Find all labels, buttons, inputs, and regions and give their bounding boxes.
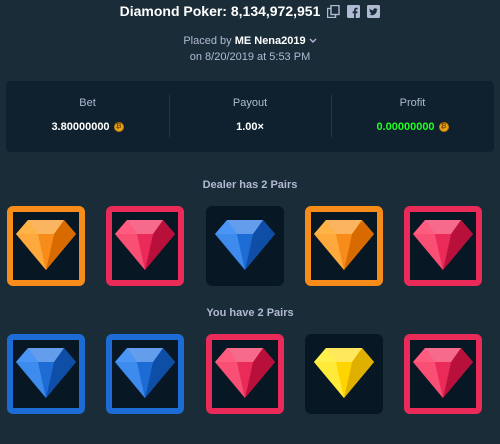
blue-gem-icon xyxy=(115,344,175,405)
profit-stat: Profit 0.00000000 ₿ xyxy=(331,81,494,152)
bet-date: on 8/20/2019 at 5:53 PM xyxy=(189,51,311,63)
red-gem-icon xyxy=(413,216,473,277)
red-gem-icon xyxy=(215,344,275,405)
stats-panel: Bet 3.80000000 ₿ Payout 1.00× Profit 0.0… xyxy=(6,81,494,152)
bet-value: 3.80000000 xyxy=(51,121,110,133)
payout-label: Payout xyxy=(232,97,268,109)
facebook-icon[interactable] xyxy=(347,4,361,18)
coin-icon: ₿ xyxy=(438,122,449,132)
profit-label: Profit xyxy=(399,97,426,109)
bet-value-row: 3.80000000 ₿ xyxy=(6,121,169,133)
dealer-card-3 xyxy=(206,206,284,286)
player-card-1 xyxy=(7,334,85,414)
copy-icon[interactable] xyxy=(327,4,341,18)
bet-label: Bet xyxy=(79,97,96,109)
player-card-5 xyxy=(404,334,482,414)
dealer-hand-label: Dealer has 2 Pairs xyxy=(202,179,298,191)
twitter-icon[interactable] xyxy=(367,4,381,18)
blue-gem-icon xyxy=(16,344,76,405)
bet-title: Diamond Poker: 8,134,972,951 xyxy=(0,3,500,19)
payout-stat: Payout 1.00× xyxy=(169,81,331,152)
player-card-2 xyxy=(106,334,184,414)
placed-by-line: Placed by ME Nena2019 xyxy=(0,35,500,47)
orange-gem-icon xyxy=(16,216,76,277)
bet-stat: Bet 3.80000000 ₿ xyxy=(6,81,169,152)
payout-value-row: 1.00× xyxy=(169,121,331,133)
dealer-card-5 xyxy=(404,206,482,286)
payout-value: 1.00× xyxy=(236,121,264,133)
blue-gem-icon xyxy=(215,216,275,277)
dealer-card-1 xyxy=(7,206,85,286)
dealer-card-2 xyxy=(106,206,184,286)
coin-icon: ₿ xyxy=(113,122,124,132)
red-gem-icon xyxy=(413,344,473,405)
profit-value-row: 0.00000000 ₿ xyxy=(331,121,494,133)
chevron-down-icon[interactable] xyxy=(309,35,317,47)
placed-by-prefix: Placed by xyxy=(183,35,232,47)
player-hand-label: You have 2 Pairs xyxy=(206,307,294,319)
page-title: Diamond Poker: 8,134,972,951 xyxy=(119,3,321,19)
dealer-card-4 xyxy=(305,206,383,286)
red-gem-icon xyxy=(115,216,175,277)
profit-value: 0.00000000 xyxy=(376,121,435,133)
player-card-3 xyxy=(206,334,284,414)
orange-gem-icon xyxy=(314,216,374,277)
yellow-gem-icon xyxy=(314,344,374,405)
user-link[interactable]: ME Nena2019 xyxy=(235,35,306,47)
player-card-4 xyxy=(305,334,383,414)
